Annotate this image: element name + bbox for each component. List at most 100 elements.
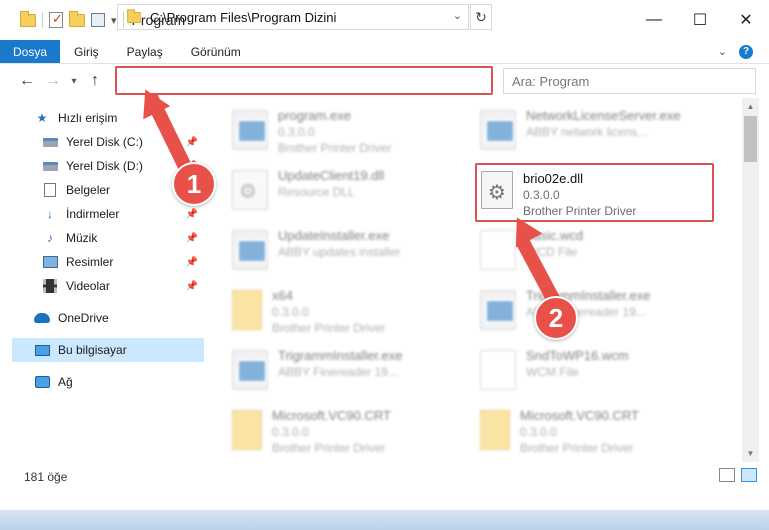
file-name: program.exe <box>278 108 351 123</box>
file-detail: 0.3.0.0 <box>520 425 557 439</box>
address-bar[interactable]: C:\Program Files\Program Dizini ⌄ <box>117 4 469 30</box>
sidebar-item-videos[interactable]: Videolar 📌 <box>42 274 204 298</box>
list-item[interactable]: Microsoft.VC90.CRT 0.3.0.0 Brother Printer… <box>480 404 720 462</box>
video-icon <box>43 279 57 293</box>
sidebar-item-music[interactable]: ♪ Müzik 📌 <box>42 226 204 250</box>
file-list: program.exe 0.3.0.0 Brother Printer Driver… <box>212 98 742 462</box>
file-name: TrigrammInstaller.exe <box>278 348 403 363</box>
file-detail: Brother Printer Driver <box>520 441 634 455</box>
sidebar-item-label: Yerel Disk (D:) <box>66 159 143 173</box>
application-icon <box>232 110 268 150</box>
pin-icon: 📌 <box>185 208 198 220</box>
up-arrow-icon[interactable]: ↑ <box>82 72 108 90</box>
sidebar-item-label: Belgeler <box>66 183 111 197</box>
pictures-icon <box>42 256 58 268</box>
close-button[interactable]: ✕ <box>723 0 769 40</box>
application-icon <box>232 350 268 390</box>
properties-icon[interactable] <box>91 13 105 27</box>
file-icon <box>480 350 516 390</box>
chevron-down-icon[interactable]: ⌄ <box>453 9 462 22</box>
file-name: Microsoft.VC90.CRT <box>272 408 391 423</box>
sidebar-item-network[interactable]: Ağ <box>34 370 204 394</box>
file-name: UpdateClient19.dll <box>278 168 385 183</box>
list-item[interactable]: SndToWP16.wcm WCM File <box>480 344 720 402</box>
back-arrow-icon[interactable]: ← <box>14 72 40 90</box>
file-detail: ABBY Finereader 19... <box>278 365 398 379</box>
folder-icon <box>232 290 262 330</box>
address-highlight-box <box>115 66 493 95</box>
star-icon: ★ <box>36 111 48 125</box>
file-description: Brother Printer Driver <box>523 204 637 218</box>
application-icon <box>232 230 268 270</box>
refresh-button[interactable]: ↻ <box>470 4 492 30</box>
vertical-scrollbar[interactable]: ▲ ▼ <box>742 98 759 462</box>
status-bar: 181 öğe <box>0 462 769 512</box>
desktop-strip <box>0 510 769 530</box>
details-view-icon[interactable] <box>719 468 735 482</box>
list-item-brio02e-dll[interactable]: brio02e.dll 0.3.0.0 Brother Printer Driv… <box>481 167 711 225</box>
expand-ribbon-icon[interactable]: ⌄ <box>718 45 727 58</box>
tab-dosya[interactable]: Dosya <box>0 40 60 63</box>
sidebar-item-label: Müzik <box>66 231 98 245</box>
tiles-view-icon[interactable] <box>741 468 757 482</box>
file-version: 0.3.0.0 <box>523 188 560 202</box>
search-input[interactable]: Ara: Program <box>503 68 756 94</box>
item-count: 181 öğe <box>24 470 68 484</box>
address-path[interactable]: C:\Program Files\Program Dizini <box>150 10 336 25</box>
scroll-down-icon[interactable]: ▼ <box>742 445 759 462</box>
target-file-highlight[interactable]: brio02e.dll 0.3.0.0 Brother Printer Driv… <box>475 163 714 222</box>
tab-paylas[interactable]: Paylaş <box>113 40 177 63</box>
sidebar-item-this-pc[interactable]: Bu bilgisayar <box>12 338 204 362</box>
document-icon <box>44 183 56 197</box>
maximize-button[interactable]: ☐ <box>677 0 723 40</box>
file-name: SndToWP16.wcm <box>526 348 629 363</box>
sidebar-item-onedrive[interactable]: OneDrive <box>34 306 204 330</box>
application-icon <box>480 290 516 330</box>
scroll-up-icon[interactable]: ▲ <box>742 98 759 115</box>
sidebar-item-label: OneDrive <box>58 311 109 325</box>
sidebar-item-quick-access[interactable]: ★ Hızlı erişim <box>34 106 238 130</box>
list-item[interactable]: x64 0.3.0.0 Brother Printer Driver <box>232 284 472 342</box>
disk-icon <box>42 137 58 147</box>
step-1-badge: 1 <box>172 162 216 206</box>
list-item[interactable]: NetworkLicenseServer.exe ABBY network lic… <box>480 104 720 162</box>
pin-icon: 📌 <box>185 136 198 148</box>
file-detail: Brother Printer Driver <box>272 321 386 335</box>
folder-icon <box>480 410 510 450</box>
tab-gorunum[interactable]: Görünüm <box>177 40 255 63</box>
quick-access-toolbar: ▾ <box>0 0 124 40</box>
list-item[interactable]: UpdateClient19.dll Resource DLL <box>232 164 472 222</box>
minimize-button[interactable]: — <box>631 0 677 40</box>
list-item[interactable]: program.exe 0.3.0.0 Brother Printer Driver <box>232 104 472 162</box>
folder-icon <box>20 10 36 27</box>
file-name: Microsoft.VC90.CRT <box>520 408 639 423</box>
music-icon: ♪ <box>47 231 53 245</box>
list-item[interactable]: TrigrammInstaller.exe ABBY Finereader 19.… <box>232 344 472 402</box>
file-detail: 0.3.0.0 <box>278 125 315 139</box>
sidebar-item-pictures[interactable]: Resimler 📌 <box>42 250 204 274</box>
sidebar-item-downloads[interactable]: ↓ İndirmeler 📌 <box>42 202 204 226</box>
list-item[interactable]: Microsoft.VC90.CRT 0.3.0.0 Brother Printer… <box>232 404 472 462</box>
sidebar-item-label: Ağ <box>58 375 73 389</box>
sidebar-item-label: Yerel Disk (C:) <box>66 135 143 149</box>
file-detail: Brother Printer Driver <box>272 441 386 455</box>
file-detail: Resource DLL <box>278 185 355 199</box>
pin-icon: 📌 <box>185 232 198 244</box>
step-2-badge: 2 <box>534 296 578 340</box>
sidebar-item-label: Resimler <box>66 255 114 269</box>
file-detail: ABBY updates installer <box>278 245 401 259</box>
recent-locations-chevron-icon[interactable]: ▾ <box>66 76 82 87</box>
sidebar-item-label: Hızlı erişim <box>58 111 118 125</box>
forward-arrow-icon[interactable]: → <box>40 72 66 90</box>
chevron-down-icon[interactable]: ▾ <box>111 14 117 27</box>
pin-icon: 📌 <box>185 280 198 292</box>
dll-gear-icon <box>481 171 513 209</box>
new-folder-icon[interactable] <box>69 10 85 27</box>
help-icon[interactable]: ? <box>739 44 753 59</box>
properties-check-icon[interactable] <box>49 11 63 28</box>
list-item[interactable]: TrigrammInstaller.exe ABBY Finereader 19.… <box>480 284 720 342</box>
tab-giris[interactable]: Giriş <box>60 40 113 63</box>
scroll-thumb[interactable] <box>744 116 757 162</box>
list-item[interactable]: UpdateInstaller.exe ABBY updates installe… <box>232 224 472 282</box>
download-icon: ↓ <box>47 207 53 221</box>
